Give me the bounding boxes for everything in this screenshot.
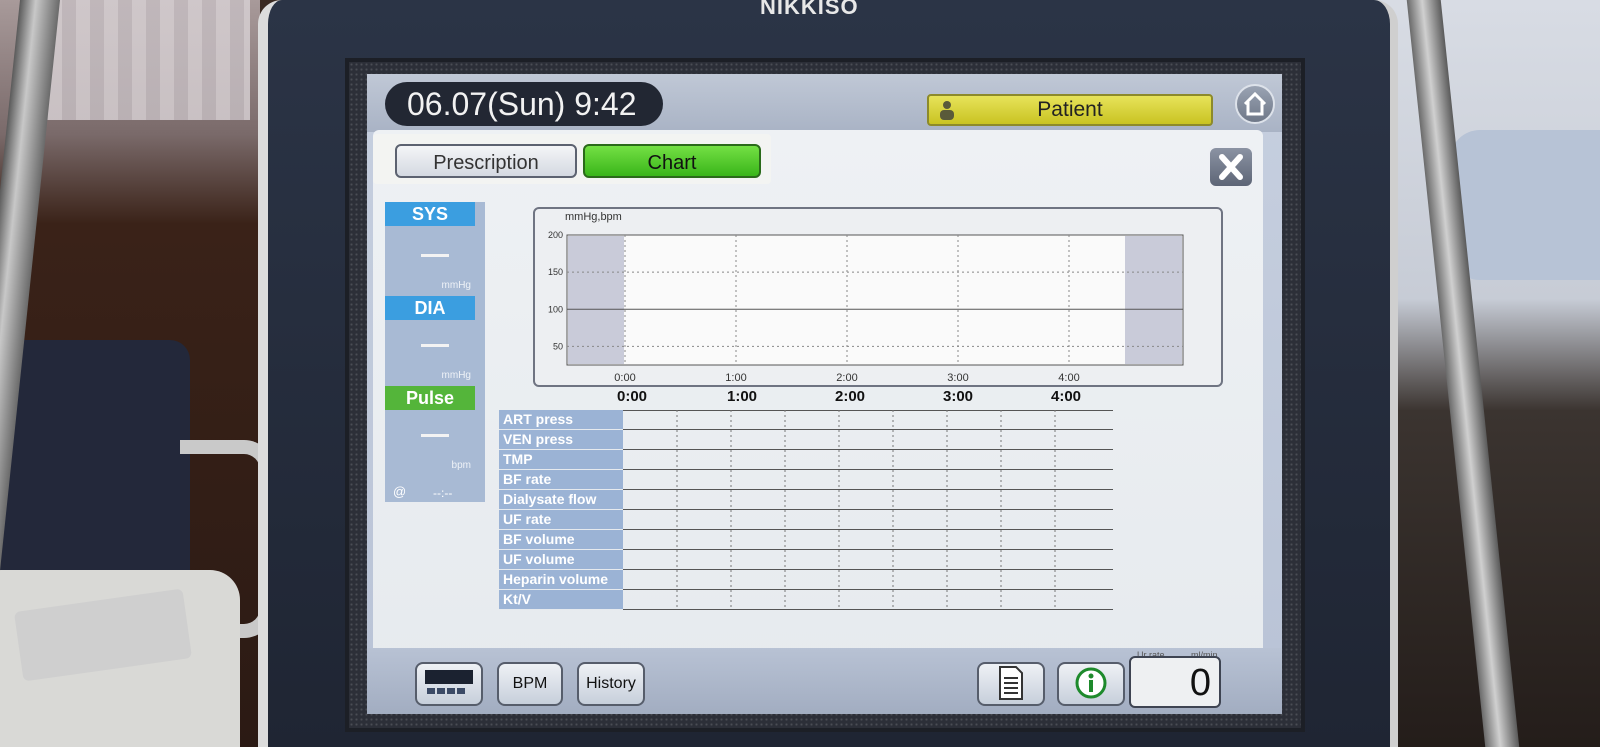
dia-unit: mmHg (441, 370, 471, 381)
x-tick-label: 4:00 (1058, 372, 1079, 384)
table-row-label: Dialysate flow (499, 490, 623, 510)
table-row-label: ART press (499, 410, 623, 430)
sys-unit: mmHg (441, 280, 471, 291)
parameter-table-grid (623, 410, 1113, 610)
tab-bar: Prescription Chart (373, 134, 771, 184)
table-row-label: UF rate (499, 510, 623, 530)
close-icon (1219, 154, 1243, 180)
patient-button[interactable]: Patient (927, 94, 1213, 126)
plot-shade-left (568, 236, 624, 364)
plot-shade-right (1125, 236, 1182, 364)
table-row-label: BF volume (499, 530, 623, 550)
keyboard-icon (425, 670, 473, 694)
bpm-button[interactable]: BPM (497, 662, 563, 706)
close-button[interactable] (1208, 146, 1254, 188)
table-row-label: TMP (499, 450, 623, 470)
dia-label: DIA (385, 296, 475, 320)
home-icon (1243, 91, 1267, 116)
info-icon (1075, 667, 1107, 699)
background-person (1450, 130, 1600, 280)
y-tick-label: 50 (553, 341, 563, 351)
x-tick-label: 3:00 (947, 372, 968, 384)
x-tick-label: 2:00 (836, 372, 857, 384)
x-tick-label: 0:00 (614, 372, 635, 384)
info-button[interactable] (1057, 662, 1125, 706)
bpm-button-label: BPM (512, 675, 548, 692)
bottom-bar: BPM History Ur rate ml/min 0 (367, 648, 1282, 714)
table-row-label: BF rate (499, 470, 623, 490)
parameter-table: ART press VEN press TMP BF rate Dialysate fl… (499, 410, 1119, 610)
top-bar: 06.07(Sun) 9:42 Patient (367, 74, 1282, 132)
document-button[interactable] (977, 662, 1045, 706)
table-row-label: VEN press (499, 430, 623, 450)
history-button[interactable]: History (577, 662, 645, 706)
background-chair (0, 340, 190, 600)
person-icon (940, 101, 954, 120)
date-time-display: 06.07(Sun) 9:42 (385, 82, 663, 126)
sys-label: SYS (385, 202, 475, 226)
sys-value (421, 254, 449, 257)
home-button[interactable] (1235, 84, 1275, 124)
measure-time: --:-- (433, 486, 453, 500)
tab-chart[interactable]: Chart (583, 144, 761, 178)
machine-status-button[interactable] (415, 662, 483, 706)
history-button-label: History (586, 675, 636, 692)
pulse-value (421, 434, 449, 437)
table-row-label: UF volume (499, 550, 623, 570)
vitals-column: SYS mmHg DIA mmHg Pulse bpm @ --:-- (385, 202, 485, 502)
plot-frame (566, 234, 1184, 366)
chart-plot-area: 200 150 100 50 0:00 1:00 2:00 3:00 4:00 (548, 230, 1184, 384)
time-header-2: 2:00 (835, 388, 866, 405)
counter-display[interactable]: 0 (1129, 656, 1221, 708)
y-tick-label: 200 (548, 230, 563, 240)
pulse-label: Pulse (385, 386, 475, 410)
tab-prescription[interactable]: Prescription (395, 144, 577, 178)
time-header-4: 4:00 (1051, 388, 1082, 405)
table-row-label: Kt/V (499, 590, 623, 610)
patient-button-label: Patient (1037, 98, 1103, 121)
time-header-1: 1:00 (727, 388, 758, 405)
table-row-label: Heparin volume (499, 570, 623, 590)
time-header-3: 3:00 (943, 388, 974, 405)
dia-value (421, 344, 449, 347)
time-header-0: 0:00 (617, 388, 648, 405)
touch-screen: 06.07(Sun) 9:42 Patient Prescription Cha… (367, 74, 1282, 714)
document-icon (999, 666, 1023, 700)
x-tick-label: 1:00 (725, 372, 746, 384)
y-tick-label: 150 (548, 267, 563, 277)
y-tick-label: 100 (548, 304, 563, 314)
pulse-unit: bpm (451, 460, 471, 471)
measure-at-symbol: @ (393, 484, 407, 499)
brand-logo: NIKKISO (760, 0, 859, 19)
chart-panel: Prescription Chart SYS mmHg DIA mmHg Pul… (373, 130, 1263, 702)
vitals-chart: mmHg,bpm 200 150 100 50 0:00 1:00 2:00 3:00 4:00 (533, 207, 1223, 387)
